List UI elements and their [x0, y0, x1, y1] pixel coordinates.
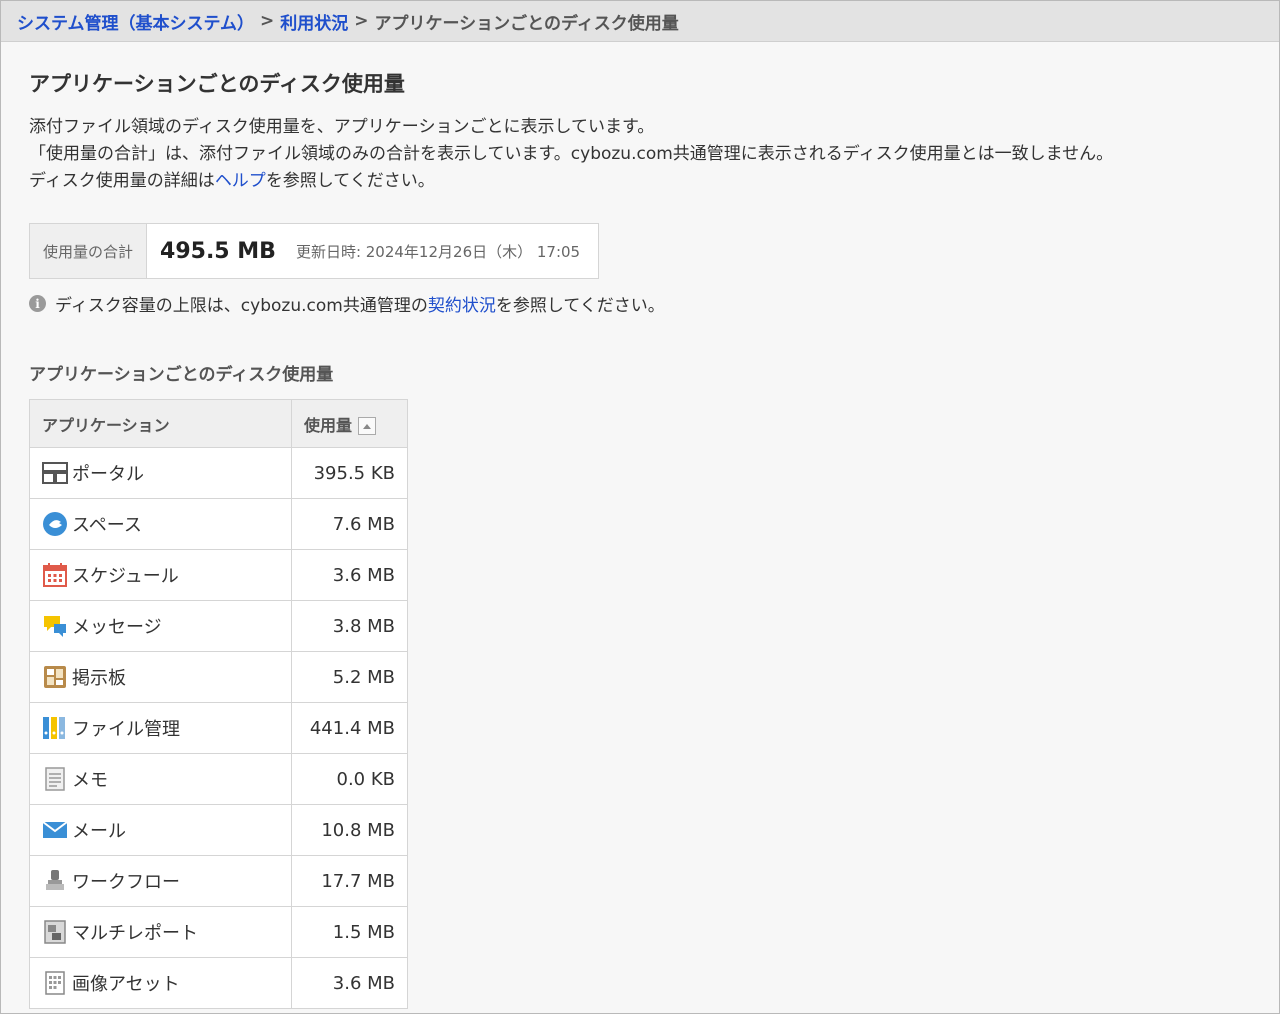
- app-name-cell: ワークフロー: [29, 855, 292, 907]
- app-name: ワークフロー: [72, 872, 180, 893]
- image-asset-icon: [42, 970, 68, 996]
- usage-cell: 5.2 MB: [291, 651, 408, 703]
- table-row: 画像アセット 3.6 MB: [29, 957, 408, 1009]
- portal-icon: [42, 460, 68, 486]
- table-row: マルチレポート 1.5 MB: [29, 906, 408, 958]
- usage-cell: 10.8 MB: [291, 804, 408, 856]
- app-name-cell: 掲示板: [29, 651, 292, 703]
- app-name-cell: ファイル管理: [29, 702, 292, 754]
- app-name: スペース: [72, 515, 142, 536]
- usage-cell: 3.8 MB: [291, 600, 408, 652]
- section-title: アプリケーションごとのディスク使用量: [29, 365, 334, 385]
- notice-text: を参照してください。: [495, 296, 665, 316]
- usage-cell: 17.7 MB: [291, 855, 408, 907]
- table-row: ワークフロー 17.7 MB: [29, 855, 408, 907]
- mail-icon: [42, 817, 68, 843]
- breadcrumb-current: アプリケーションごとのディスク使用量: [374, 13, 679, 34]
- table-row: ファイル管理 441.4 MB: [29, 702, 408, 754]
- app-name: スケジュール: [72, 566, 179, 587]
- app-name: メモ: [72, 770, 108, 791]
- breadcrumb-separator: >: [354, 11, 369, 31]
- page-description: 添付ファイル領域のディスク使用量を、アプリケーションごとに表示しています。 「使…: [29, 114, 1279, 195]
- usage-cell: 395.5 KB: [291, 447, 408, 499]
- app-name: マルチレポート: [72, 923, 198, 944]
- calendar-icon: [42, 562, 68, 588]
- file-binders-icon: [42, 715, 68, 741]
- app-name: メール: [72, 821, 126, 842]
- app-name-cell: メモ: [29, 753, 292, 805]
- app-name: 画像アセット: [72, 974, 180, 995]
- usage-cell: 7.6 MB: [291, 498, 408, 550]
- breadcrumb: システム管理（基本システム） > 利用状況 > アプリケーションごとのディスク使…: [1, 1, 1279, 42]
- capacity-notice: i ディスク容量の上限は、cybozu.com共通管理の 契約状況 を参照してくださ…: [29, 291, 1279, 316]
- page-title: アプリケーションごとのディスク使用量: [29, 72, 405, 96]
- updated-timestamp: 更新日時: 2024年12月26日（木） 17:05: [295, 242, 581, 261]
- usage-cell: 441.4 MB: [291, 702, 408, 754]
- app-name-cell: ポータル: [29, 447, 292, 499]
- app-name-cell: マルチレポート: [29, 906, 292, 958]
- description-text: ディスク使用量の詳細は: [29, 171, 215, 191]
- app-name-cell: スケジュール: [29, 549, 292, 601]
- sort-ascending-icon[interactable]: [358, 417, 377, 435]
- memo-icon: [42, 766, 68, 792]
- usage-cell: 3.6 MB: [291, 549, 408, 601]
- table-row: ポータル 395.5 KB: [29, 447, 408, 499]
- contract-status-link[interactable]: 契約状況: [428, 291, 496, 316]
- table-row: メッセージ 3.8 MB: [29, 600, 408, 652]
- app-name: 掲示板: [72, 668, 126, 689]
- usage-cell: 0.0 KB: [291, 753, 408, 805]
- main-content: アプリケーションごとのディスク使用量 添付ファイル領域のディスク使用量を、アプリ…: [1, 42, 1279, 1009]
- bulletin-board-icon: [42, 664, 68, 690]
- app-name: メッセージ: [72, 617, 162, 638]
- breadcrumb-link-usage[interactable]: 利用状況: [280, 9, 348, 34]
- description-line: 添付ファイル領域のディスク使用量を、アプリケーションごとに表示しています。: [29, 117, 655, 137]
- column-header-usage-label: 使用量: [304, 415, 353, 435]
- space-icon: [42, 511, 68, 537]
- total-usage-label: 使用量の合計: [30, 224, 148, 278]
- app-name: ポータル: [72, 464, 144, 485]
- table-row: スケジュール 3.6 MB: [29, 549, 408, 601]
- info-icon: i: [29, 295, 46, 312]
- app-name-cell: メール: [29, 804, 292, 856]
- table-row: スペース 7.6 MB: [29, 498, 408, 550]
- app-name: ファイル管理: [72, 719, 180, 740]
- table-header-row: アプリケーション 使用量: [29, 399, 408, 448]
- multireport-icon: [42, 919, 68, 945]
- table-row: メモ 0.0 KB: [29, 753, 408, 805]
- column-header-application: アプリケーション: [29, 399, 292, 448]
- app-name-cell: スペース: [29, 498, 292, 550]
- usage-cell: 3.6 MB: [291, 957, 408, 1009]
- message-icon: [42, 613, 68, 639]
- notice-text: ディスク容量の上限は、cybozu.com共通管理の: [55, 296, 428, 316]
- app-usage-table: アプリケーション 使用量 ポータル 395.5 KB スペース 7.6 MB ス…: [29, 399, 408, 1009]
- breadcrumb-link-system-admin[interactable]: システム管理（基本システム）: [17, 9, 254, 34]
- total-usage-amount: 495.5 MB: [160, 238, 276, 264]
- app-name-cell: メッセージ: [29, 600, 292, 652]
- total-usage-box: 使用量の合計 495.5 MB 更新日時: 2024年12月26日（木） 17:…: [29, 223, 600, 279]
- workflow-stamp-icon: [42, 868, 68, 894]
- column-header-usage[interactable]: 使用量: [291, 399, 408, 448]
- breadcrumb-separator: >: [259, 11, 275, 31]
- description-text: を参照してください。: [265, 171, 435, 191]
- help-link[interactable]: ヘルプ: [215, 171, 266, 191]
- app-window: システム管理（基本システム） > 利用状況 > アプリケーションごとのディスク使…: [0, 0, 1280, 1014]
- table-row: 掲示板 5.2 MB: [29, 651, 408, 703]
- description-line: 「使用量の合計」は、添付ファイル領域のみの合計を表示しています。cybozu.c…: [29, 144, 1114, 164]
- table-row: メール 10.8 MB: [29, 804, 408, 856]
- total-usage-value: 495.5 MB 更新日時: 2024年12月26日（木） 17:05: [147, 224, 598, 278]
- app-name-cell: 画像アセット: [29, 957, 292, 1009]
- usage-cell: 1.5 MB: [291, 906, 408, 958]
- description-line: ディスク使用量の詳細はヘルプを参照してください。: [29, 168, 1279, 195]
